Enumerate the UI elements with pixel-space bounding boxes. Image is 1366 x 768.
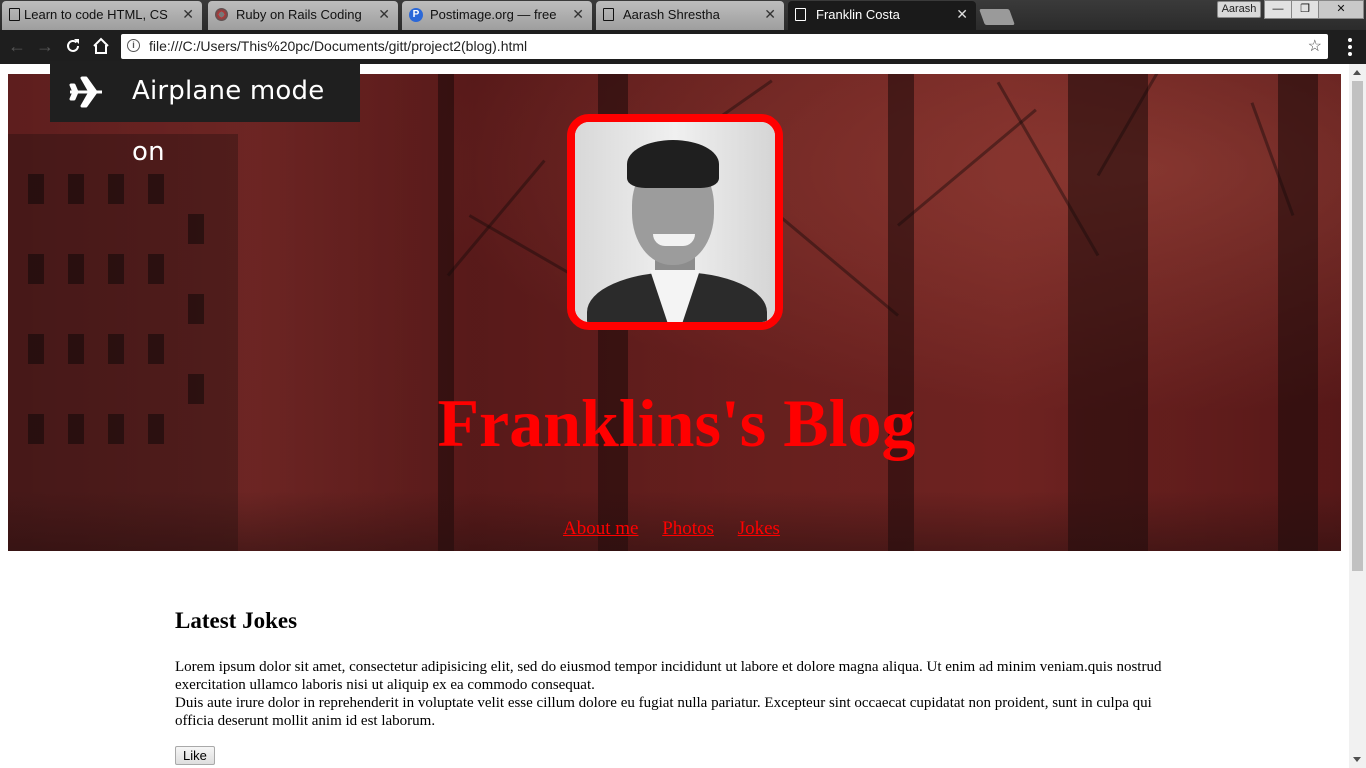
- scroll-thumb[interactable]: [1352, 81, 1363, 571]
- tab-ruby-rails[interactable]: Ruby on Rails Coding Bo ✕: [208, 1, 398, 30]
- nav-link-jokes[interactable]: Jokes: [738, 518, 780, 539]
- back-arrow-icon[interactable]: ←: [6, 35, 28, 57]
- close-icon[interactable]: ✕: [378, 1, 390, 28]
- profile-button[interactable]: Aarash: [1217, 1, 1261, 18]
- browser-menu-icon[interactable]: [1344, 38, 1356, 56]
- window-controls: — ❐ ✕: [1264, 0, 1364, 19]
- tab-title: Franklin Costa: [816, 7, 900, 22]
- home-icon[interactable]: [90, 35, 112, 57]
- blog-title: Franklins's Blog: [437, 385, 916, 461]
- nav-link-about-me[interactable]: About me: [563, 518, 638, 539]
- url-text[interactable]: file:///C:/Users/This%20pc/Documents/git…: [149, 34, 527, 59]
- tab-aarash[interactable]: Aarash Shrestha ✕: [596, 1, 784, 30]
- tab-franklin-costa[interactable]: Franklin Costa ✕: [788, 1, 976, 30]
- reload-icon[interactable]: [62, 35, 84, 57]
- page-scrollbar[interactable]: [1349, 64, 1366, 768]
- jokes-section: Latest Jokes Lorem ipsum dolor sit amet,…: [175, 607, 1165, 765]
- ruby-icon: [215, 8, 228, 21]
- new-tab-button[interactable]: [979, 9, 1015, 25]
- tab-learn-html[interactable]: Learn to code HTML, CSS ✕: [2, 1, 202, 30]
- tab-title: Ruby on Rails Coding Bo: [236, 7, 364, 22]
- profile-photo: [567, 114, 783, 330]
- forward-arrow-icon[interactable]: →: [34, 35, 56, 57]
- nav-link-photos[interactable]: Photos: [662, 518, 714, 539]
- tab-postimage[interactable]: P Postimage.org — free im ✕: [402, 1, 592, 30]
- address-bar[interactable]: i file:///C:/Users/This%20pc/Documents/g…: [121, 34, 1328, 59]
- paragraph-text-1: Lorem ipsum dolor sit amet, consectetur …: [175, 659, 1162, 693]
- airplane-mode-toast: Airplane mode on: [50, 61, 360, 167]
- tab-title: Postimage.org — free im: [430, 7, 558, 22]
- bookmark-star-icon[interactable]: ☆: [1308, 34, 1322, 59]
- window-close-icon[interactable]: ✕: [1318, 0, 1364, 19]
- tab-strip: Learn to code HTML, CSS ✕ Ruby on Rails …: [0, 0, 1366, 30]
- airplane-icon: [69, 76, 102, 108]
- close-icon[interactable]: ✕: [956, 1, 968, 28]
- close-icon[interactable]: ✕: [572, 1, 584, 28]
- page-icon: [9, 8, 20, 21]
- like-button[interactable]: Like: [175, 746, 215, 765]
- browser-toolbar: ← → i file:///C:/Users/This%20pc/Documen…: [0, 30, 1366, 64]
- blog-nav: About me Photos Jokes: [563, 518, 799, 540]
- postimage-icon: P: [409, 8, 423, 22]
- page-icon: [603, 8, 614, 21]
- toast-text: Airplane mode on: [132, 76, 325, 167]
- scroll-down-icon[interactable]: [1353, 757, 1361, 762]
- page-icon: [795, 8, 806, 21]
- restore-icon[interactable]: ❐: [1291, 0, 1319, 19]
- joke-paragraph: Lorem ipsum dolor sit amet, consectetur …: [175, 658, 1165, 730]
- tab-title: Learn to code HTML, CSS: [24, 7, 168, 22]
- paragraph-text-2: Duis aute irure dolor in reprehenderit i…: [175, 695, 1152, 729]
- section-heading: Latest Jokes: [175, 608, 298, 633]
- tab-title: Aarash Shrestha: [623, 7, 720, 22]
- info-icon[interactable]: i: [127, 39, 140, 52]
- minimize-icon[interactable]: —: [1264, 0, 1292, 19]
- close-icon[interactable]: ✕: [764, 1, 776, 28]
- background-building: [8, 134, 238, 551]
- close-icon[interactable]: ✕: [182, 1, 194, 28]
- scroll-up-icon[interactable]: [1353, 70, 1361, 75]
